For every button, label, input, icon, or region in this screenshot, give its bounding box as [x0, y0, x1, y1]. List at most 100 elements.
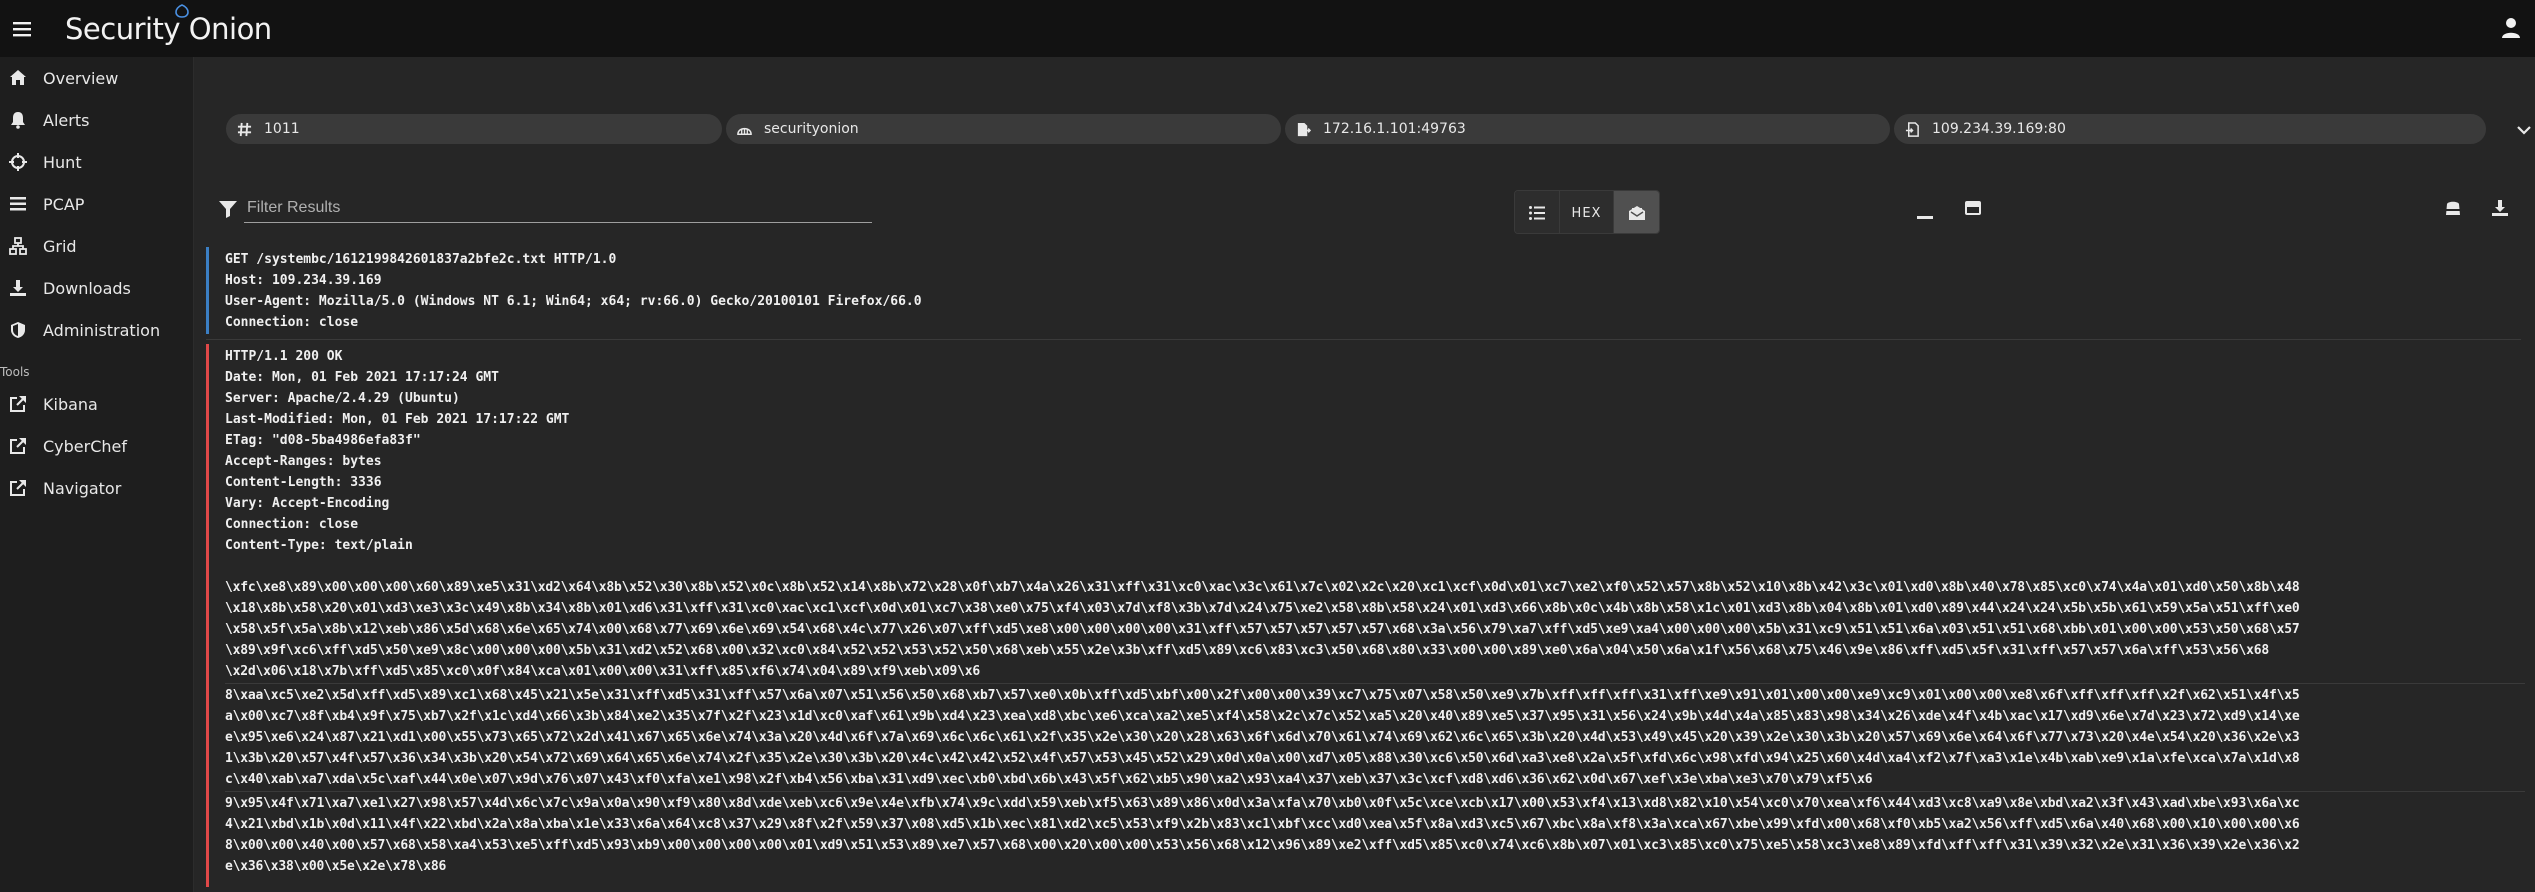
request-line: User-Agent: Mozilla/5.0 (Windows NT 6.1;…: [225, 294, 922, 309]
session-id-chip[interactable]: 1011: [226, 114, 722, 144]
body-line: 4\x21\xbd\x1b\x0d\x11\x4f\x22\xbd\x2a\x8…: [225, 817, 2300, 832]
pcap-toolbar: HEX: [206, 182, 2521, 240]
sidebar-item-label: Hunt: [43, 152, 82, 172]
sidebar-item-alerts[interactable]: Alerts: [0, 99, 193, 141]
sidebar-item-label: Kibana: [43, 394, 98, 414]
sidebar-item-label: Navigator: [43, 478, 122, 498]
external-link-icon: [8, 394, 28, 414]
response-line: Content-Length: 3336: [225, 475, 382, 490]
external-link-icon: [8, 436, 28, 456]
request-line: Connection: close: [225, 315, 359, 330]
response-line: Last-Modified: Mon, 01 Feb 2021 17:17:22…: [225, 412, 570, 427]
response-line: Server: Apache/2.4.29 (Ubuntu): [225, 391, 460, 406]
sidebar-item-label: Alerts: [43, 110, 90, 130]
sidebar-item-overview[interactable]: Overview: [0, 57, 193, 99]
response-line: Accept-Ranges: bytes: [225, 454, 382, 469]
sidebar: Overview Alerts Hunt PCAP Grid Downloads…: [0, 57, 194, 892]
hex-view-button[interactable]: HEX: [1560, 191, 1614, 233]
sidebar-item-administration[interactable]: Administration: [0, 309, 193, 351]
source-address: 172.16.1.101:49763: [1323, 121, 1466, 137]
download-icon[interactable]: [2490, 198, 2510, 218]
sidebar-item-label: Overview: [43, 68, 119, 88]
response-line: ETag: "d08-5ba4986efa83f": [225, 433, 421, 448]
body-line: 1\x3b\x20\x57\x4f\x57\x36\x34\x3b\x20\x5…: [225, 751, 2300, 766]
sidebar-item-label: Grid: [43, 236, 77, 256]
sidebar-item-label: PCAP: [43, 194, 85, 214]
sidebar-item-label: Downloads: [43, 278, 131, 298]
source-chip[interactable]: 172.16.1.101:49763: [1285, 114, 1890, 144]
server-response-block: HTTP/1.1 200 OK Date: Mon, 01 Feb 2021 1…: [206, 344, 2525, 887]
body-line: c\x40\xab\xa7\xda\x5c\xaf\x44\x0e\x07\x9…: [225, 772, 1873, 787]
sensor-name: securityonion: [764, 121, 859, 137]
sidebar-item-downloads[interactable]: Downloads: [0, 267, 193, 309]
body-line: \x2d\x06\x18\x7b\xff\xd5\x85\xc0\x0f\x84…: [225, 664, 981, 679]
sensor-icon: [736, 121, 752, 137]
external-link-icon: [8, 478, 28, 498]
client-request-block: GET /systembc/1612199842601837a2bfe2c.tx…: [206, 247, 2521, 334]
divider: [206, 339, 2521, 340]
list-view-button[interactable]: [1515, 191, 1560, 233]
bell-icon: [8, 110, 28, 130]
filter-input[interactable]: [244, 194, 872, 223]
body-line: e\x95\xe6\x24\x87\x21\xd1\x00\x55\x73\x6…: [225, 730, 2300, 745]
grid-icon: [8, 236, 28, 256]
body-line: 8\x00\x00\x40\x00\x57\x68\x58\xa4\x53\xe…: [225, 838, 2300, 853]
sidebar-item-label: CyberChef: [43, 436, 128, 456]
hat-icon[interactable]: [2443, 198, 2463, 218]
download-icon: [8, 278, 28, 298]
sidebar-item-hunt[interactable]: Hunt: [0, 141, 193, 183]
body-line: \x58\x5f\x5a\x8b\x12\xeb\x86\x5d\x68\x6e…: [225, 622, 2300, 637]
chevron-down-icon[interactable]: [2515, 121, 2533, 139]
list-icon: [1529, 206, 1545, 220]
tools-header: Tools: [0, 365, 30, 379]
file-import-icon: [1904, 121, 1920, 137]
transcript-view-button[interactable]: [1614, 191, 1659, 233]
sidebar-item-cyberchef[interactable]: CyberChef: [0, 425, 193, 467]
sidebar-item-pcap[interactable]: PCAP: [0, 183, 193, 225]
response-line: Connection: close: [225, 517, 359, 532]
request-line: Host: 109.234.39.169: [225, 273, 382, 288]
envelope-open-icon: [1628, 206, 1645, 220]
body-line: \x18\x8b\x58\x20\x01\xd3\xe3\x3c\x49\x8b…: [225, 601, 2300, 616]
body-line: a\x00\xc7\x8f\xb4\x9f\x75\xb7\x2f\x1c\xd…: [225, 709, 2300, 724]
response-line: Date: Mon, 01 Feb 2021 17:17:24 GMT: [225, 370, 499, 385]
body-line: e\x36\x38\x00\x5e\x2e\x78\x86: [225, 859, 447, 874]
body-line: 9\x95\x4f\x71\xa7\xe1\x27\x98\x57\x4d\x6…: [225, 796, 2300, 811]
app-logo: Security Onion: [65, 3, 272, 46]
divider: [225, 683, 2525, 684]
menu-icon[interactable]: [0, 0, 44, 57]
body-line: \xfc\xe8\x89\x00\x00\x00\x60\x89\xe5\x31…: [225, 580, 2300, 595]
destination-address: 109.234.39.169:80: [1932, 121, 2066, 137]
minimize-icon[interactable]: [1915, 202, 1935, 222]
pcap-transcript: GET /systembc/1612199842601837a2bfe2c.tx…: [206, 247, 2525, 887]
list-icon: [8, 194, 28, 214]
request-line: GET /systembc/1612199842601837a2bfe2c.tx…: [225, 252, 617, 267]
onion-logo-icon: [175, 3, 189, 18]
destination-chip[interactable]: 109.234.39.169:80: [1894, 114, 2486, 144]
crosshairs-icon: [8, 152, 28, 172]
response-line: Content-Type: text/plain: [225, 538, 413, 553]
app-bar: Security Onion: [0, 0, 2535, 57]
file-export-icon: [1295, 121, 1311, 137]
sidebar-item-navigator[interactable]: Navigator: [0, 467, 193, 509]
body-line: \x89\x9f\xc6\xff\xd5\x50\xe9\x8c\x00\x00…: [225, 643, 2269, 658]
sensor-chip[interactable]: securityonion: [726, 114, 1281, 144]
response-line: HTTP/1.1 200 OK: [225, 349, 343, 364]
shield-icon: [8, 320, 28, 340]
sidebar-item-grid[interactable]: Grid: [0, 225, 193, 267]
hash-icon: [236, 121, 252, 137]
main-content: 1011 securityonion 172.16.1.101:49763 10…: [196, 57, 2535, 892]
window-icon[interactable]: [1963, 198, 1983, 218]
body-line: 8\xaa\xc5\xe2\x5d\xff\xd5\x89\xc1\x68\x4…: [225, 688, 2300, 703]
home-icon: [8, 68, 28, 88]
response-line: Vary: Accept-Encoding: [225, 496, 390, 511]
user-icon[interactable]: [2501, 17, 2521, 39]
session-id: 1011: [264, 121, 300, 137]
sidebar-item-kibana[interactable]: Kibana: [0, 383, 193, 425]
view-mode-toggle: HEX: [1514, 190, 1660, 234]
session-chip-bar: 1011 securityonion 172.16.1.101:49763 10…: [226, 111, 2535, 151]
sidebar-item-label: Administration: [43, 320, 161, 340]
filter-icon: [219, 201, 237, 218]
divider: [225, 791, 2525, 792]
